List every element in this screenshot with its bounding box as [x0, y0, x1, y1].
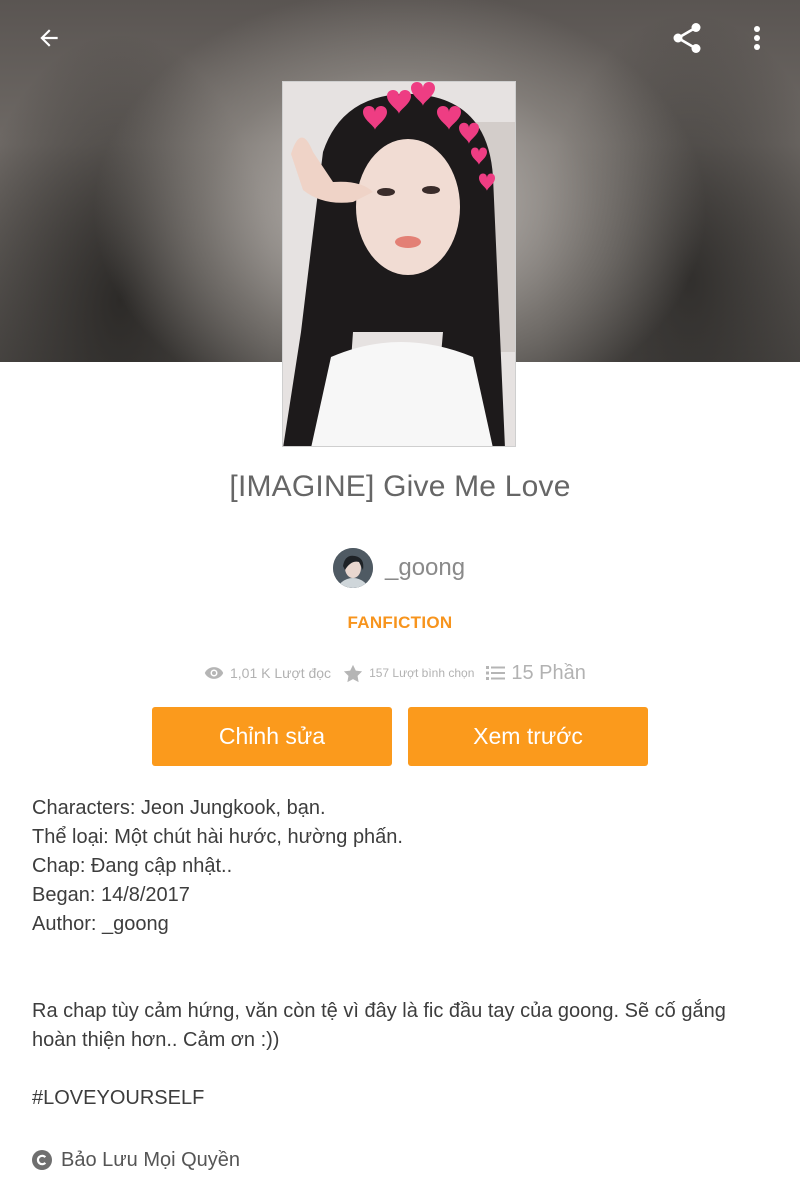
story-stats: 1,01 K Lượt đọc 157 Lượt bình chọn 15 Ph… — [204, 656, 586, 690]
description-line: #LOVEYOURSELF — [32, 1087, 205, 1109]
description-line — [32, 939, 772, 968]
share-icon — [673, 23, 701, 53]
story-description: Characters: Jeon Jungkook, bạn. Thể loại… — [32, 794, 772, 1113]
description-line: Thể loại: Một chút hài hước, hường phấn. — [32, 826, 403, 848]
back-button[interactable] — [25, 14, 73, 62]
arrow-left-icon — [40, 29, 58, 47]
preview-button[interactable]: Xem trước — [408, 707, 648, 766]
more-options-button[interactable] — [733, 14, 781, 62]
story-title: [IMAGINE] Give Me Love — [229, 470, 571, 503]
story-category[interactable]: FANFICTION — [0, 613, 800, 633]
description-line: Author: _goong — [32, 913, 169, 935]
author-link[interactable]: _goong — [333, 548, 465, 588]
share-button[interactable] — [663, 14, 711, 62]
description-line: Chap: Đang cập nhật.. — [32, 855, 233, 877]
copyright-text: Bảo Lưu Mọi Quyền — [61, 1148, 241, 1171]
parts-count: 15 Phần — [511, 661, 586, 684]
story-cover-image[interactable] — [282, 81, 516, 447]
reads-stat: 1,01 K Lượt đọc — [204, 665, 331, 681]
edit-button[interactable]: Chỉnh sửa — [152, 707, 392, 766]
list-icon — [486, 666, 506, 680]
votes-count: 157 Lượt bình chọn — [369, 666, 475, 680]
description-line: Characters: Jeon Jungkook, bạn. — [32, 797, 326, 819]
eye-icon — [204, 667, 224, 679]
star-icon — [343, 664, 363, 682]
description-line: Ra chap tùy cảm hứng, văn còn tệ vì đây … — [32, 1000, 726, 1051]
parts-stat: 15 Phần — [486, 662, 586, 685]
description-line — [32, 1055, 772, 1084]
author-name: _goong — [385, 554, 466, 581]
reads-count: 1,01 K Lượt đọc — [230, 665, 332, 681]
description-line: Began: 14/8/2017 — [32, 884, 190, 906]
copyright-icon — [32, 1150, 52, 1170]
avatar — [333, 548, 373, 588]
votes-stat: 157 Lượt bình chọn — [343, 664, 474, 683]
description-line — [32, 968, 772, 997]
more-vertical-icon — [754, 26, 760, 50]
copyright-notice: Bảo Lưu Mọi Quyền — [32, 1146, 240, 1174]
